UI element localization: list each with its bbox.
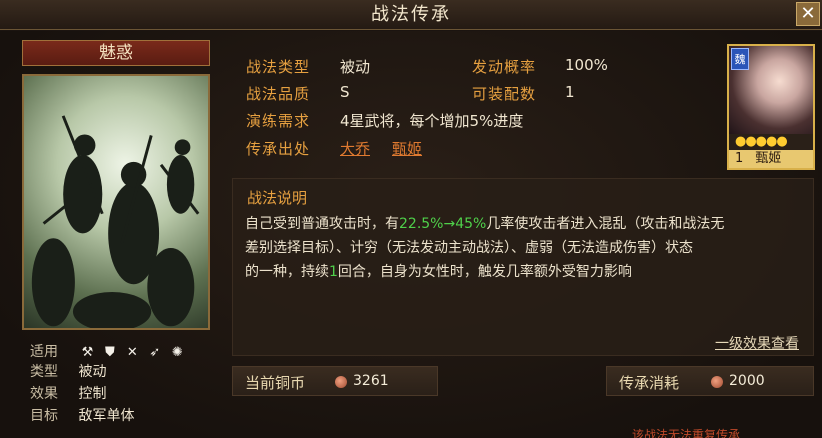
quality-value: S xyxy=(340,83,350,101)
general-level: 1 xyxy=(735,151,744,166)
axe-icon: ⚒ xyxy=(81,345,94,360)
inherit-cost-bar: 传承消耗 2000 xyxy=(606,366,814,396)
meta-row-target: 目标 敌军单体 xyxy=(30,406,134,426)
rate-value: 100% xyxy=(565,56,608,74)
copper-coin-icon xyxy=(711,376,723,388)
source-label: 传承出处 xyxy=(246,140,311,158)
general-card[interactable]: 魏 ●●●●● 1 甄姬 xyxy=(727,44,815,170)
wheel-icon: ✺ xyxy=(171,345,183,360)
star-rating-icon: ●●●●● xyxy=(735,134,788,149)
spear-icon: ➶ xyxy=(149,345,161,360)
meta-row-effect: 效果 控制 xyxy=(30,384,106,404)
warriors-silhouette-image xyxy=(31,115,200,328)
description-text: 回合，自身为女性时，触发几率额外受智力影响 xyxy=(337,264,632,280)
quality-label: 战法品质 xyxy=(246,85,311,103)
source-general-link[interactable]: 甄姬 xyxy=(392,138,422,159)
shield-icon: ⛊ xyxy=(105,345,115,360)
description-line: 的一种，持续1回合，自身为女性时，触发几率额外受智力影响 xyxy=(245,261,632,281)
view-level-effect-link[interactable]: 一级效果查看 xyxy=(715,333,799,353)
meta-value: 敌军单体 xyxy=(78,408,135,424)
meta-value: 被动 xyxy=(78,364,107,380)
meta-value: 控制 xyxy=(78,386,107,402)
general-name-plate: 1 甄姬 xyxy=(729,150,813,168)
copper-coin-icon xyxy=(335,376,347,388)
window-title: 战法传承 xyxy=(371,4,451,25)
description-text: 几率使攻击者进入混乱（攻击和战法无 xyxy=(486,216,725,232)
description-title: 战法说明 xyxy=(247,189,308,207)
meta-label: 适用 xyxy=(30,344,58,360)
meta-label: 目标 xyxy=(30,408,58,424)
description-highlight: 1 xyxy=(329,264,338,280)
source-general-link[interactable]: 大乔 xyxy=(340,138,370,159)
meta-row-type: 类型 被动 xyxy=(30,362,106,382)
close-button[interactable]: ✕ xyxy=(796,2,820,26)
equip-label: 可装配数 xyxy=(472,85,537,103)
faction-badge: 魏 xyxy=(731,48,749,70)
type-value: 被动 xyxy=(340,58,371,76)
crossbow-icon: ✕ xyxy=(126,345,138,360)
current-coins-value: 3261 xyxy=(353,373,389,389)
meta-row-applicable: 适用 ⚒ ⛊ ✕ ➶ ✺ xyxy=(30,342,186,362)
train-value: 4星武将，每个增加5%进度 xyxy=(340,112,524,130)
meta-label: 类型 xyxy=(30,364,58,380)
title-bar: 战法传承 ✕ xyxy=(0,0,822,30)
description-highlight: 22.5%→45% xyxy=(399,216,487,232)
general-name: 甄姬 xyxy=(755,151,782,166)
description-line: 差别选择目标）、计穷（无法发动主动战法）、虚弱（无法造成伤害）状态 xyxy=(245,240,693,256)
equip-value: 1 xyxy=(565,83,575,101)
description-text: 自己受到普通攻击时，有 xyxy=(245,216,399,232)
inherit-cost-label: 传承消耗 xyxy=(619,374,680,392)
rate-label: 发动概率 xyxy=(472,58,537,76)
current-coins-label: 当前铜币 xyxy=(245,374,306,392)
meta-label: 效果 xyxy=(30,386,58,402)
inherit-cost-value: 2000 xyxy=(729,373,765,389)
current-coins-bar: 当前铜币 3261 xyxy=(232,366,438,396)
description-box: 战法说明 自己受到普通攻击时，有22.5%→45%几率使攻击者进入混乱（攻击和战… xyxy=(232,178,814,356)
skill-artwork xyxy=(22,74,210,330)
description-line: 自己受到普通攻击时，有22.5%→45%几率使攻击者进入混乱（攻击和战法无 xyxy=(245,213,724,233)
skill-name: 魅惑 xyxy=(22,40,210,66)
train-label: 演练需求 xyxy=(246,112,311,130)
footer-warning: 该战法无法重复传承 xyxy=(632,428,741,438)
type-label: 战法类型 xyxy=(246,58,311,76)
description-text: 的一种，持续 xyxy=(245,264,329,280)
